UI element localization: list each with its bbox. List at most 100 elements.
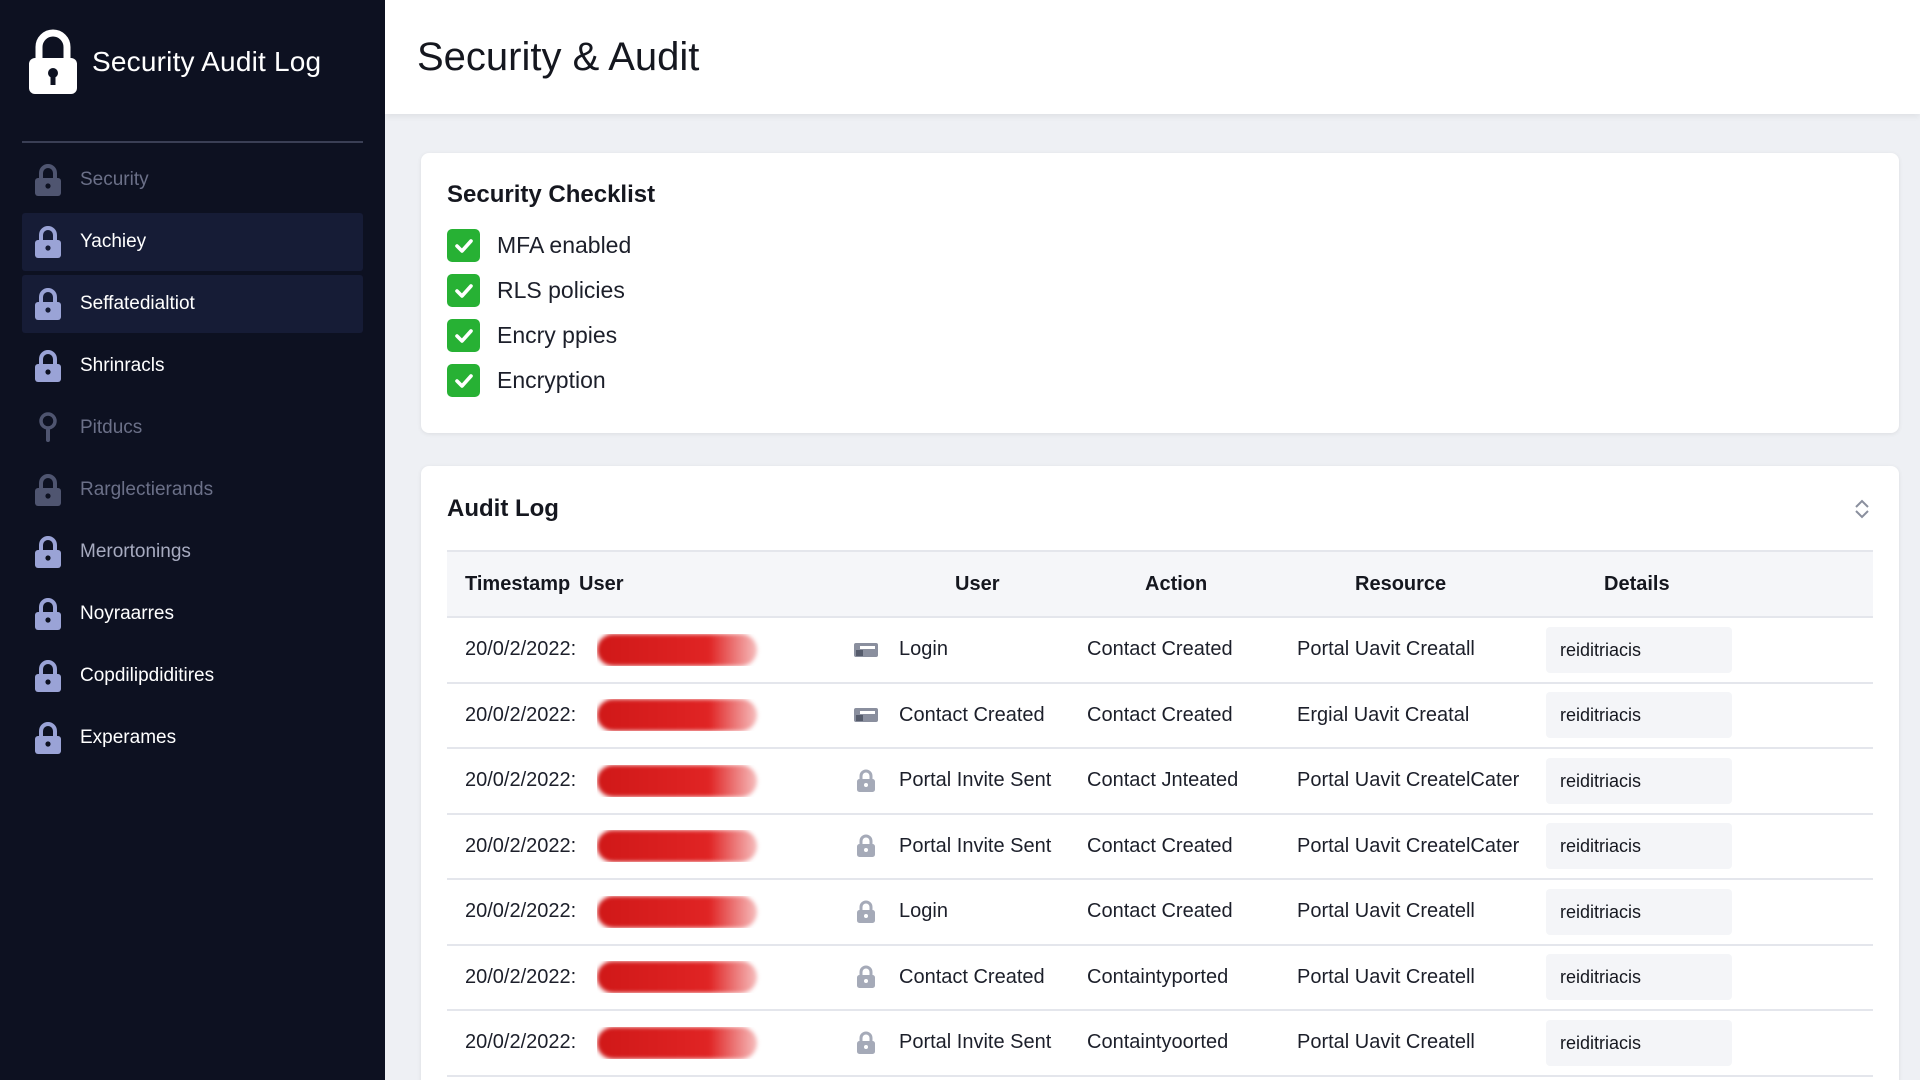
checkbox-checked-icon[interactable] (447, 274, 480, 307)
lock-icon (35, 536, 61, 568)
sidebar-item-shrinracls[interactable]: Shrinracls (22, 337, 363, 395)
checkbox-checked-icon[interactable] (447, 229, 480, 262)
sidebar-item-pitducs[interactable]: Pitducs (22, 399, 363, 457)
sidebar-item-label: Security (80, 169, 149, 190)
checkbox-checked-icon[interactable] (447, 364, 480, 397)
sidebar-item-security[interactable]: Security (22, 151, 363, 209)
cell-user-redacted (597, 764, 833, 797)
sidebar-item-experames[interactable]: Experames (22, 709, 363, 767)
lock-icon (29, 29, 77, 94)
column-header-user[interactable]: User (579, 573, 955, 596)
redaction-mark (597, 1026, 757, 1059)
details-chip[interactable]: reiditriacis (1546, 692, 1732, 739)
redaction-mark (597, 895, 757, 928)
details-chip[interactable]: reiditriacis (1546, 888, 1732, 935)
table-row[interactable]: 20/0/2/2022: Portal Invite Sent Containtyo… (447, 1011, 1873, 1077)
lock-icon (35, 164, 61, 196)
checklist-item-label: Encry ppies (497, 322, 618, 348)
lock-icon (833, 899, 899, 925)
sidebar-item-label: Seffatedialtiot (80, 293, 195, 314)
cell-resource: Portal Uavit Createll (1297, 965, 1475, 988)
cell-user-redacted (597, 830, 833, 863)
cell-user-redacted (597, 633, 833, 666)
table-row[interactable]: 20/0/2/2022: Login Contact Created Portal U… (447, 880, 1873, 946)
sidebar-item-yachiey[interactable]: Yachiey (22, 213, 363, 271)
table-row[interactable]: 20/0/2/2022: Contact Created Containtyport… (447, 946, 1873, 1011)
sidebar-item-label: Shrinracls (80, 355, 165, 376)
audit-log-card: Audit Log Timestamp User User Action Res… (421, 466, 1899, 1080)
lock-icon (833, 964, 899, 990)
cell-user: Portal Invite Sent (899, 769, 1052, 792)
lock-icon (35, 598, 61, 630)
lock-icon (833, 833, 899, 859)
redaction-mark (597, 633, 757, 666)
cell-user: Contact Created (899, 703, 1045, 726)
column-header-resource[interactable]: Resource (1355, 573, 1604, 596)
sort-toggle-icon[interactable] (1851, 497, 1873, 521)
cell-resource: Portal Uavit Createll (1297, 1031, 1475, 1054)
cell-timestamp: 20/0/2/2022: (465, 900, 577, 923)
checklist: MFA enabled RLS policies Encry ppies Enc… (447, 223, 1873, 403)
checklist-title: Security Checklist (447, 181, 656, 208)
table-header-row: Timestamp User User Action Resource Deta… (447, 552, 1873, 618)
cell-details: reiditriacis (1546, 692, 1801, 739)
checklist-item[interactable]: Encry ppies (447, 313, 1873, 358)
cell-user: Portal Invite Sent (899, 834, 1052, 857)
card-icon (833, 639, 899, 661)
sidebar-item-seffatedialtiot[interactable]: Seffatedialtiot (22, 275, 363, 333)
column-header-user-secondary[interactable]: User (955, 573, 1145, 596)
checklist-item-label: MFA enabled (497, 232, 632, 258)
pin-icon (39, 412, 57, 442)
details-chip[interactable]: reiditriacis (1546, 626, 1732, 673)
sidebar-item-label: Rarglectierands (80, 479, 214, 500)
app-title: Security Audit Log (92, 46, 322, 77)
checklist-item[interactable]: RLS policies (447, 268, 1873, 313)
security-checklist-card: Security Checklist MFA enabled RLS polic… (421, 153, 1899, 433)
cell-details: reiditriacis (1546, 823, 1801, 870)
cell-user-redacted (597, 895, 833, 928)
cell-timestamp: 20/0/2/2022: (465, 703, 577, 726)
cell-user: Contact Created (899, 965, 1045, 988)
sidebar-item-merortonings[interactable]: Merortonings (22, 523, 363, 581)
page-title: Security & Audit (417, 34, 700, 79)
cell-action: Containtyoorted (1087, 1031, 1229, 1054)
cell-action: Contact Created (1087, 703, 1233, 726)
sidebar-item-label: Experames (80, 727, 177, 748)
audit-table: Timestamp User User Action Resource Deta… (447, 550, 1873, 1077)
column-header-timestamp[interactable]: Timestamp (447, 573, 579, 596)
lock-icon (35, 350, 61, 382)
redaction-mark (597, 830, 757, 863)
cell-action: Contact Created (1087, 900, 1233, 923)
cell-action: Containtyported (1087, 965, 1229, 988)
redaction-mark (597, 699, 757, 732)
sidebar-nav: Security Yachiey Seffatedialtiot Shrinra… (0, 151, 385, 767)
cell-user: Login (899, 900, 948, 923)
cell-resource: Portal Uavit CreatelCater (1297, 834, 1520, 857)
sidebar-item-noyraarres[interactable]: Noyraarres (22, 585, 363, 643)
checklist-item[interactable]: Encryption (447, 358, 1873, 403)
table-row[interactable]: 20/0/2/2022: Contact Created Contact Creat… (447, 684, 1873, 749)
checklist-item[interactable]: MFA enabled (447, 223, 1873, 268)
cell-timestamp: 20/0/2/2022: (465, 769, 577, 792)
details-chip[interactable]: reiditriacis (1546, 1019, 1732, 1066)
lock-icon (35, 660, 61, 692)
table-row[interactable]: 20/0/2/2022: Portal Invite Sent Contact Jn… (447, 749, 1873, 815)
column-header-action[interactable]: Action (1145, 573, 1355, 596)
sidebar-item-copdilipdiditires[interactable]: Copdilipdiditires (22, 647, 363, 705)
details-chip[interactable]: reiditriacis (1546, 954, 1732, 1001)
brand[interactable]: Security Audit Log (0, 0, 385, 124)
lock-icon (35, 722, 61, 754)
column-header-details[interactable]: Details (1604, 573, 1859, 596)
sidebar-item-rarglectierands[interactable]: Rarglectierands (22, 461, 363, 519)
sidebar-item-label: Pitducs (80, 417, 143, 438)
table-row[interactable]: 20/0/2/2022: Portal Invite Sent Contact Cr… (447, 815, 1873, 880)
audit-log-header: Audit Log (447, 486, 1873, 532)
sidebar: Security Audit Log Security Yachiey Seff… (0, 0, 385, 1080)
checkbox-checked-icon[interactable] (447, 319, 480, 352)
details-chip[interactable]: reiditriacis (1546, 823, 1732, 870)
details-chip[interactable]: reiditriacis (1546, 757, 1732, 804)
cell-details: reiditriacis (1546, 626, 1801, 673)
table-row[interactable]: 20/0/2/2022: Login Contact Created Portal U… (447, 618, 1873, 684)
cell-user-redacted (597, 699, 833, 732)
cell-details: reiditriacis (1546, 757, 1801, 804)
